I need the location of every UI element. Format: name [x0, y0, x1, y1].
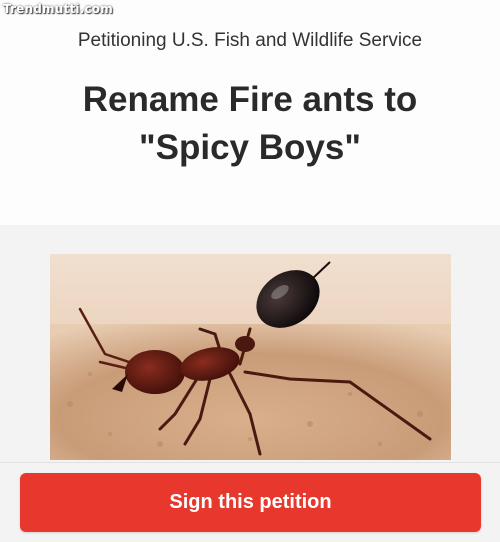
divider [0, 462, 500, 463]
watermark: Trendmutti.com [3, 2, 113, 16]
sign-petition-button[interactable]: Sign this petition [20, 473, 481, 532]
petition-title: Rename Fire ants to "Spicy Boys" [82, 80, 418, 167]
petition-photo [50, 254, 451, 460]
petition-target: Petitioning U.S. Fish and Wildlife Servi… [77, 30, 423, 51]
